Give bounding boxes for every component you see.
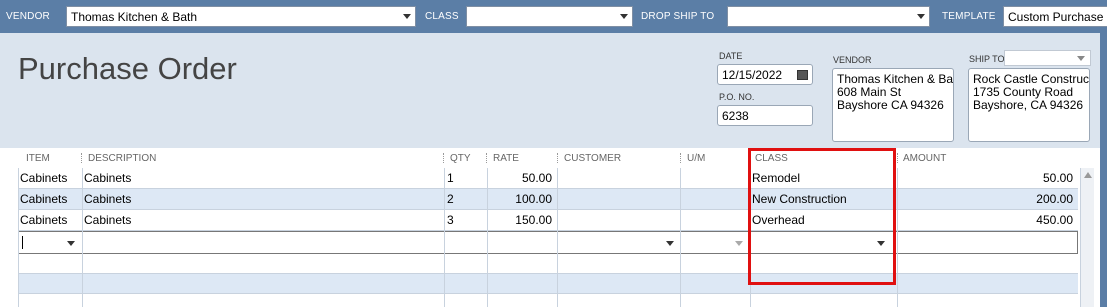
ship-to-dropdown[interactable] xyxy=(1004,50,1091,66)
vendor-dropdown-value: Thomas Kitchen & Bath xyxy=(71,10,198,24)
vendor-dropdown[interactable]: Thomas Kitchen & Bath xyxy=(66,6,416,27)
column-gridline xyxy=(18,168,19,307)
qty-cell[interactable]: 3 xyxy=(447,210,454,231)
class-label: CLASS xyxy=(425,11,459,22)
description-cell[interactable]: Cabinets xyxy=(84,210,131,231)
table-row[interactable] xyxy=(18,254,1078,274)
table-scrollbar[interactable] xyxy=(1080,168,1094,307)
qty-cell[interactable]: 2 xyxy=(447,189,454,210)
column-divider[interactable] xyxy=(897,153,898,163)
column-gridline xyxy=(444,168,445,307)
template-label: TEMPLATE xyxy=(942,11,996,22)
window-edge xyxy=(1100,33,1107,307)
table-row[interactable] xyxy=(18,274,1078,294)
description-cell[interactable]: Cabinets xyxy=(84,168,131,189)
column-header-item[interactable]: ITEM xyxy=(26,153,50,164)
chevron-down-icon xyxy=(403,14,411,19)
customer-dropdown-icon[interactable] xyxy=(666,241,674,246)
table-row[interactable]: Cabinets Cabinets 3 150.00 Overhead 450.… xyxy=(18,210,1078,231)
template-dropdown[interactable]: Custom Purchase O xyxy=(1003,6,1107,27)
column-divider[interactable] xyxy=(557,153,558,163)
column-header-amount[interactable]: AMOUNT xyxy=(903,153,946,164)
table-header: ITEM DESCRIPTION QTY RATE CUSTOMER U/M C… xyxy=(0,148,1080,168)
class-dropdown[interactable] xyxy=(466,6,633,27)
um-dropdown-icon[interactable] xyxy=(735,241,743,246)
column-divider[interactable] xyxy=(81,153,82,163)
vendor-address-field[interactable]: Thomas Kitchen & Bat 608 Main St Bayshor… xyxy=(832,68,954,142)
column-header-qty[interactable]: QTY xyxy=(450,153,471,164)
date-label: DATE xyxy=(719,51,743,61)
column-gridline xyxy=(487,168,488,307)
po-number-field[interactable]: 6238 xyxy=(717,105,813,126)
rate-cell[interactable]: 150.00 xyxy=(488,210,552,231)
dropship-label: DROP SHIP TO xyxy=(641,11,715,22)
column-divider[interactable] xyxy=(486,153,487,163)
column-header-um[interactable]: U/M xyxy=(687,153,705,164)
chevron-down-icon xyxy=(1077,56,1085,61)
form-toolbar: VENDOR Thomas Kitchen & Bath CLASS DROP … xyxy=(0,0,1107,33)
vendor-address-label: VENDOR xyxy=(833,55,872,65)
column-header-description[interactable]: DESCRIPTION xyxy=(88,153,156,164)
template-dropdown-value: Custom Purchase O xyxy=(1008,10,1107,24)
item-cell[interactable]: Cabinets xyxy=(20,210,67,231)
column-gridline xyxy=(82,168,83,307)
description-cell[interactable]: Cabinets xyxy=(84,189,131,210)
qty-cell[interactable]: 1 xyxy=(447,168,454,189)
item-cell[interactable]: Cabinets xyxy=(20,189,67,210)
class-column-highlight xyxy=(748,148,896,285)
amount-cell[interactable]: 50.00 xyxy=(898,168,1073,189)
dropship-dropdown[interactable] xyxy=(727,6,930,27)
amount-cell[interactable]: 200.00 xyxy=(898,189,1073,210)
column-header-customer[interactable]: CUSTOMER xyxy=(564,153,621,164)
rate-cell[interactable]: 100.00 xyxy=(488,189,552,210)
column-header-rate[interactable]: RATE xyxy=(493,153,519,164)
item-dropdown-icon[interactable] xyxy=(67,241,75,246)
table-row-active[interactable] xyxy=(18,231,1078,254)
page-title: Purchase Order xyxy=(18,51,237,86)
table-row[interactable]: Cabinets Cabinets 1 50.00 Remodel 50.00 xyxy=(18,168,1078,189)
column-divider[interactable] xyxy=(680,153,681,163)
chevron-down-icon xyxy=(917,14,925,19)
column-gridline xyxy=(680,168,681,307)
po-number-value: 6238 xyxy=(722,109,749,123)
rate-cell[interactable]: 50.00 xyxy=(488,168,552,189)
vendor-label: VENDOR xyxy=(6,11,50,22)
date-field[interactable]: 12/15/2022 xyxy=(717,64,813,85)
calendar-icon[interactable] xyxy=(797,70,808,80)
amount-cell[interactable]: 450.00 xyxy=(898,210,1073,231)
po-number-label: P.O. NO. xyxy=(719,92,755,102)
scroll-up-icon[interactable] xyxy=(1084,172,1092,178)
ship-to-address-field[interactable]: Rock Castle Constructi 1735 County Road … xyxy=(968,68,1090,142)
column-gridline xyxy=(897,168,898,307)
item-cell[interactable]: Cabinets xyxy=(20,168,67,189)
column-divider[interactable] xyxy=(443,153,444,163)
chevron-down-icon xyxy=(620,14,628,19)
date-value: 12/15/2022 xyxy=(722,68,783,82)
ship-to-label: SHIP TO xyxy=(969,54,1005,64)
text-cursor xyxy=(22,236,23,249)
form-header: Purchase Order DATE 12/15/2022 P.O. NO. … xyxy=(0,33,1107,148)
column-gridline xyxy=(557,168,558,307)
table-row[interactable]: Cabinets Cabinets 2 100.00 New Construct… xyxy=(18,189,1078,210)
